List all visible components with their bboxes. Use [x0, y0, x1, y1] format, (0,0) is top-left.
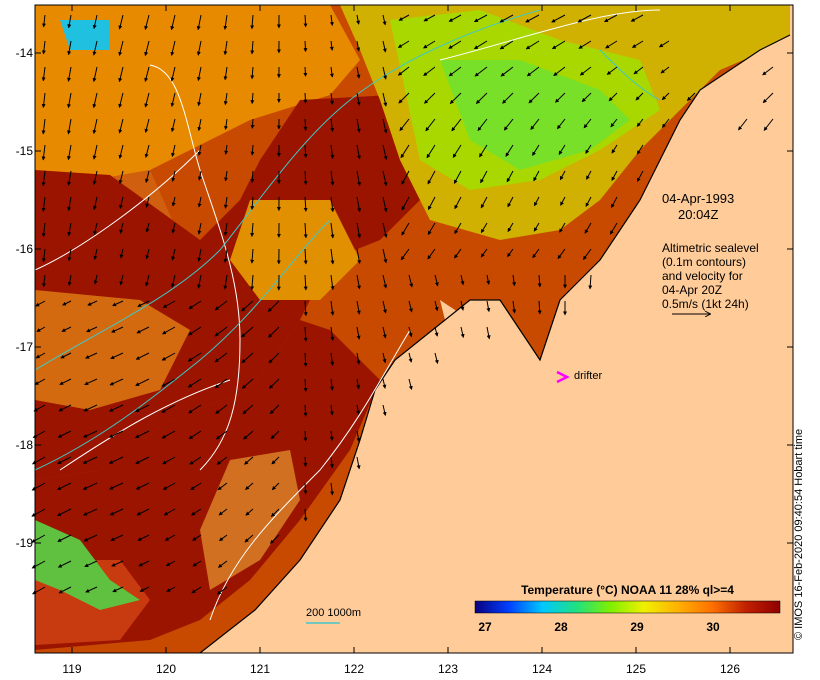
y-tick-label: -17	[15, 340, 33, 354]
velocity-arrow	[303, 456, 308, 468]
colorbar-tick: 28	[554, 620, 568, 634]
x-tick-label: 119	[62, 662, 82, 676]
date-label: 04-Apr-1993	[662, 191, 735, 206]
legend-line: 04-Apr 20Z	[662, 283, 723, 297]
x-tick-label: 123	[437, 662, 459, 676]
y-tick-label: -14	[15, 46, 33, 60]
colorbar-tick: 27	[478, 620, 492, 634]
velocity-arrow	[303, 404, 308, 417]
x-tick-label: 124	[531, 662, 553, 676]
velocity-arrow	[303, 92, 308, 104]
drifter-label: drifter	[574, 370, 603, 382]
velocity-arrow	[303, 118, 308, 131]
velocity-arrow	[303, 40, 308, 53]
scale-bar-label: 200 1000m	[306, 607, 362, 619]
y-tick-label: -18	[15, 438, 33, 452]
velocity-arrow	[303, 508, 308, 522]
velocity-arrow	[250, 118, 255, 129]
colorbar	[474, 600, 781, 614]
x-tick-label: 121	[249, 662, 271, 676]
x-tick-label: 126	[719, 662, 741, 676]
velocity-arrow	[303, 66, 308, 77]
y-tick-label: -16	[15, 242, 33, 256]
time-label: 20:04Z	[678, 207, 719, 222]
colorbar-tick: 30	[706, 620, 720, 634]
x-tick-label: 125	[625, 662, 647, 676]
y-tick-label: -19	[15, 536, 33, 550]
velocity-arrow	[303, 14, 308, 28]
legend-line: Altimetric sealevel	[662, 241, 759, 255]
legend-line: (0.1m contours)	[662, 255, 747, 269]
legend-line: 0.5m/s (1kt 24h)	[662, 297, 749, 311]
credit-text: © IMOS 16-Feb-2020 09:40:54 Hobart time	[793, 428, 805, 640]
velocity-arrow	[303, 482, 308, 495]
legend-line: and velocity for	[662, 269, 743, 283]
velocity-arrow	[303, 430, 308, 442]
colorbar-tick: 29	[630, 620, 644, 634]
colorbar-title: Temperature (°C) NOAA 11 28% ql>=4	[521, 583, 734, 597]
x-tick-label: 122	[343, 662, 365, 676]
sst-map	[31, 4, 794, 654]
x-tick-label: 120	[155, 662, 177, 676]
y-tick-label: -15	[15, 144, 33, 158]
